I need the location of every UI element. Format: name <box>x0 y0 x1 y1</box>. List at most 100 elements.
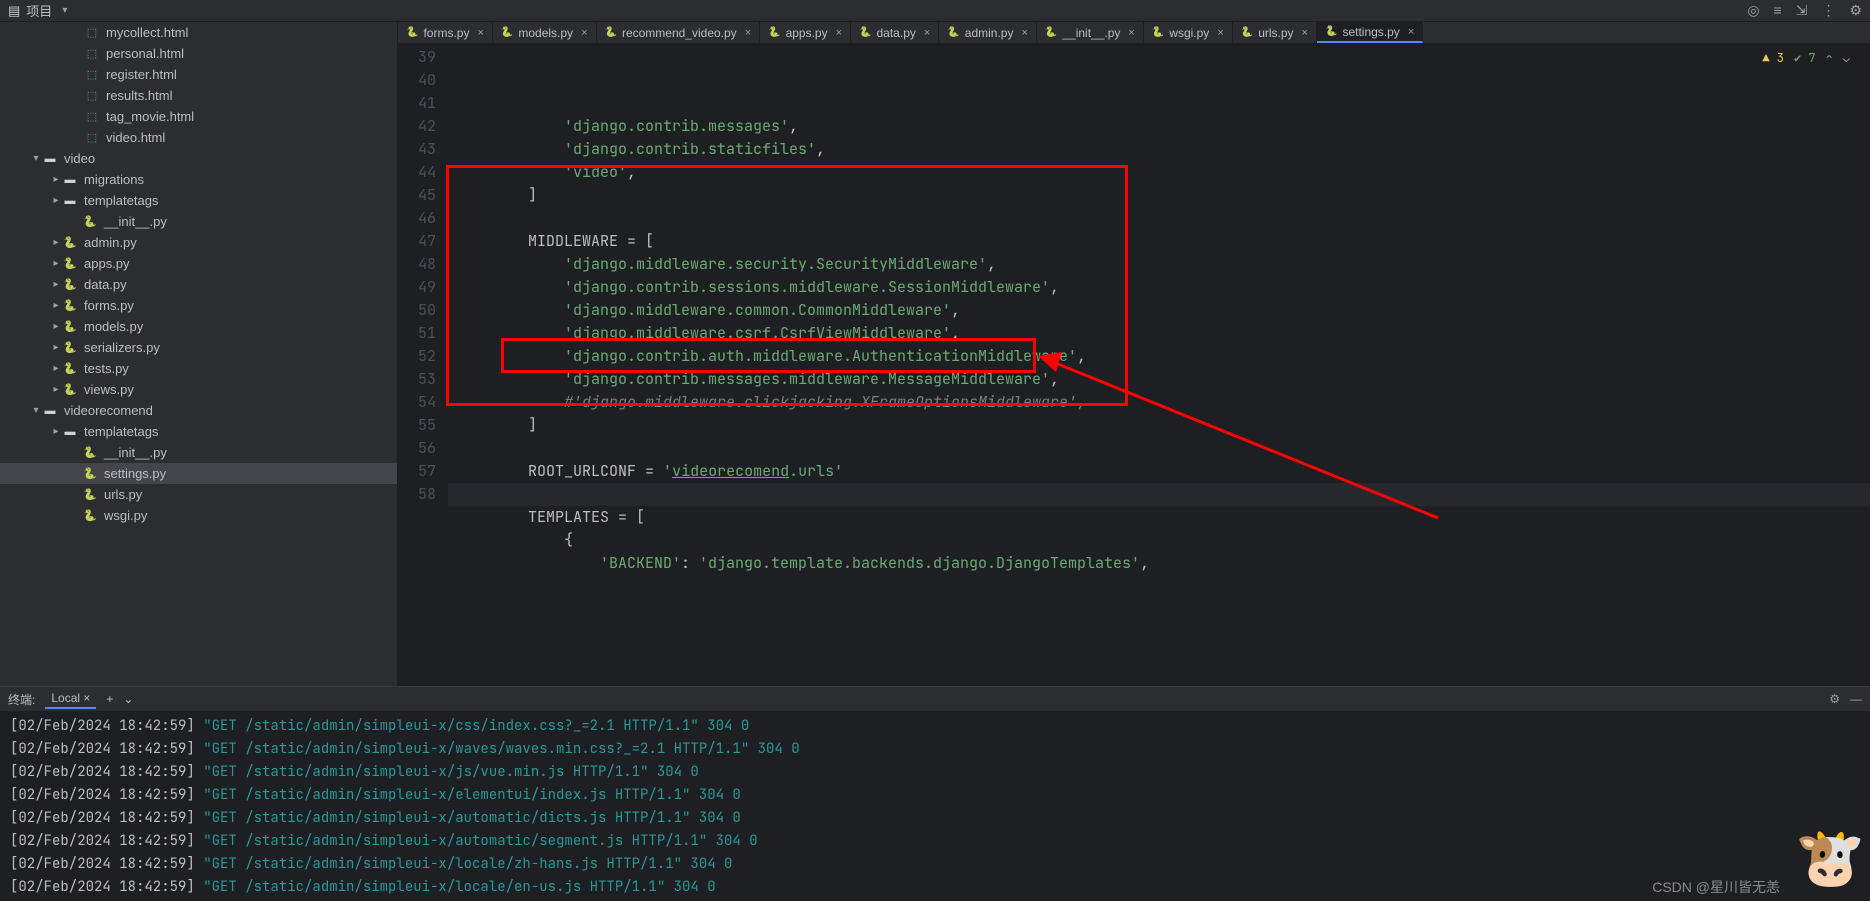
terminal-tab-local[interactable]: Local × <box>45 689 96 709</box>
tree-item[interactable]: ▸🐍models.py <box>0 316 397 337</box>
close-icon[interactable]: × <box>1021 27 1027 39</box>
close-icon[interactable]: × <box>1217 27 1223 39</box>
code-editor[interactable]: ▲ 3 ✔ 7 ⌃ ⌄ 'django.contrib.messages', '… <box>448 44 1870 686</box>
target-icon[interactable]: ◎ <box>1747 2 1759 19</box>
code-line[interactable]: 'django.contrib.staticfiles', <box>448 138 1870 161</box>
line-number: 48 <box>398 253 436 276</box>
tree-item[interactable]: ▸▬templatetags <box>0 190 397 211</box>
tree-item[interactable]: ▾▬videorecomend <box>0 400 397 421</box>
tree-item[interactable]: 🐍settings.py <box>0 463 397 484</box>
warning-icon[interactable]: ▲ 3 <box>1762 47 1784 70</box>
tree-item[interactable]: ▸🐍apps.py <box>0 253 397 274</box>
close-icon[interactable]: × <box>581 27 587 39</box>
chevron-icon[interactable]: ▾ <box>30 153 42 164</box>
editor-tab[interactable]: 🐍__init__.py× <box>1037 22 1144 43</box>
chevron-icon[interactable]: ▸ <box>50 384 62 395</box>
code-line[interactable]: #'django.middleware.clickjacking.XFrameO… <box>448 391 1870 414</box>
tree-item[interactable]: ▸🐍forms.py <box>0 295 397 316</box>
tree-item[interactable]: ⬚results.html <box>0 85 397 106</box>
project-tree[interactable]: ⬚mycollect.html⬚personal.html⬚register.h… <box>0 22 398 686</box>
tree-item[interactable]: ▸🐍serializers.py <box>0 337 397 358</box>
chevron-icon[interactable]: ▸ <box>50 174 62 185</box>
nav-up-icon[interactable]: ⌃ <box>1826 47 1833 70</box>
tree-item[interactable]: ▸🐍data.py <box>0 274 397 295</box>
chevron-icon[interactable]: ▸ <box>50 195 62 206</box>
code-line[interactable]: 'django.contrib.auth.middleware.Authenti… <box>448 345 1870 368</box>
tree-item[interactable]: ⬚personal.html <box>0 43 397 64</box>
editor-tab[interactable]: 🐍data.py× <box>851 22 939 43</box>
expand-icon[interactable]: ⇲ <box>1796 2 1808 19</box>
code-line[interactable]: 'django.contrib.messages.middleware.Mess… <box>448 368 1870 391</box>
tree-item-label: serializers.py <box>84 340 160 355</box>
check-icon[interactable]: ✔ 7 <box>1794 47 1816 70</box>
tree-item[interactable]: 🐍__init__.py <box>0 442 397 463</box>
chevron-icon[interactable]: ▸ <box>50 321 62 332</box>
tree-item[interactable]: ▸🐍admin.py <box>0 232 397 253</box>
editor-tab[interactable]: 🐍recommend_video.py× <box>597 22 761 43</box>
tree-item[interactable]: ⬚tag_movie.html <box>0 106 397 127</box>
tree-item[interactable]: ⬚register.html <box>0 64 397 85</box>
gear-icon[interactable]: ⚙ <box>1829 692 1840 706</box>
chevron-icon[interactable]: ▾ <box>30 405 42 416</box>
close-icon[interactable]: × <box>1408 26 1414 38</box>
code-line[interactable]: TEMPLATES = [ <box>448 506 1870 529</box>
tree-item[interactable]: ▸🐍views.py <box>0 379 397 400</box>
terminal-output[interactable]: [02/Feb/2024 18:42:59] "GET /static/admi… <box>0 711 1870 901</box>
close-icon[interactable]: × <box>83 691 90 705</box>
tree-item[interactable]: ▸▬migrations <box>0 169 397 190</box>
tree-item[interactable]: ⬚mycollect.html <box>0 22 397 43</box>
tree-item[interactable]: 🐍__init__.py <box>0 211 397 232</box>
code-line[interactable] <box>448 437 1870 460</box>
tree-item[interactable]: ▸🐍tests.py <box>0 358 397 379</box>
chevron-icon[interactable]: ▸ <box>50 237 62 248</box>
code-line[interactable]: 'django.contrib.sessions.middleware.Sess… <box>448 276 1870 299</box>
close-icon[interactable]: × <box>477 27 483 39</box>
code-line[interactable]: 'video', <box>448 161 1870 184</box>
tree-item[interactable]: ⬚video.html <box>0 127 397 148</box>
close-icon[interactable]: × <box>924 27 930 39</box>
folder-icon: ▬ <box>62 193 78 209</box>
nav-down-icon[interactable]: ⌄ <box>1843 47 1850 70</box>
editor-tab[interactable]: 🐍models.py× <box>493 22 597 43</box>
chevron-icon[interactable]: ▸ <box>50 363 62 374</box>
code-line[interactable] <box>448 207 1870 230</box>
code-line[interactable] <box>448 483 1870 506</box>
chevron-icon[interactable]: ▸ <box>50 279 62 290</box>
minimize-icon[interactable]: — <box>1850 692 1862 706</box>
code-line[interactable]: ] <box>448 184 1870 207</box>
code-line[interactable]: 'django.contrib.messages', <box>448 115 1870 138</box>
close-icon[interactable]: × <box>1302 27 1308 39</box>
close-icon[interactable]: × <box>1128 27 1134 39</box>
code-line[interactable]: ] <box>448 414 1870 437</box>
editor-tab[interactable]: 🐍settings.py× <box>1317 22 1423 43</box>
collapse-icon[interactable]: ≡ <box>1774 2 1782 19</box>
close-icon[interactable]: × <box>836 27 842 39</box>
close-icon[interactable]: × <box>745 27 751 39</box>
code-line[interactable]: 'django.middleware.csrf.CsrfViewMiddlewa… <box>448 322 1870 345</box>
editor-tab[interactable]: 🐍admin.py× <box>939 22 1037 43</box>
add-terminal-button[interactable]: + <box>106 692 113 706</box>
chevron-icon[interactable]: ▸ <box>50 342 62 353</box>
chevron-icon[interactable]: ▸ <box>50 258 62 269</box>
code-line[interactable]: { <box>448 529 1870 552</box>
code-line[interactable]: 'django.middleware.common.CommonMiddlewa… <box>448 299 1870 322</box>
editor-tab[interactable]: 🐍wsgi.py× <box>1144 22 1233 43</box>
code-line[interactable]: 'django.middleware.security.SecurityMidd… <box>448 253 1870 276</box>
project-selector[interactable]: ▤ 项目 ▾ <box>8 1 67 20</box>
tree-item[interactable]: 🐍urls.py <box>0 484 397 505</box>
line-number: 54 <box>398 391 436 414</box>
gear-icon[interactable]: ⚙ <box>1849 2 1862 19</box>
tree-item[interactable]: ▸▬templatetags <box>0 421 397 442</box>
editor-tab[interactable]: 🐍apps.py× <box>760 22 851 43</box>
code-line[interactable]: 'BACKEND': 'django.template.backends.dja… <box>448 552 1870 575</box>
code-line[interactable]: ROOT_URLCONF = 'videorecomend.urls' <box>448 460 1870 483</box>
code-line[interactable]: MIDDLEWARE = [ <box>448 230 1870 253</box>
chevron-icon[interactable]: ▸ <box>50 426 62 437</box>
editor-tab[interactable]: 🐍urls.py× <box>1233 22 1317 43</box>
terminal-line: [02/Feb/2024 18:42:59] "GET /static/admi… <box>10 876 1860 899</box>
editor-tab[interactable]: 🐍forms.py× <box>398 22 493 43</box>
tree-item[interactable]: ▾▬video <box>0 148 397 169</box>
terminal-dropdown-icon[interactable]: ⌄ <box>123 692 133 706</box>
tree-item[interactable]: 🐍wsgi.py <box>0 505 397 526</box>
chevron-icon[interactable]: ▸ <box>50 300 62 311</box>
